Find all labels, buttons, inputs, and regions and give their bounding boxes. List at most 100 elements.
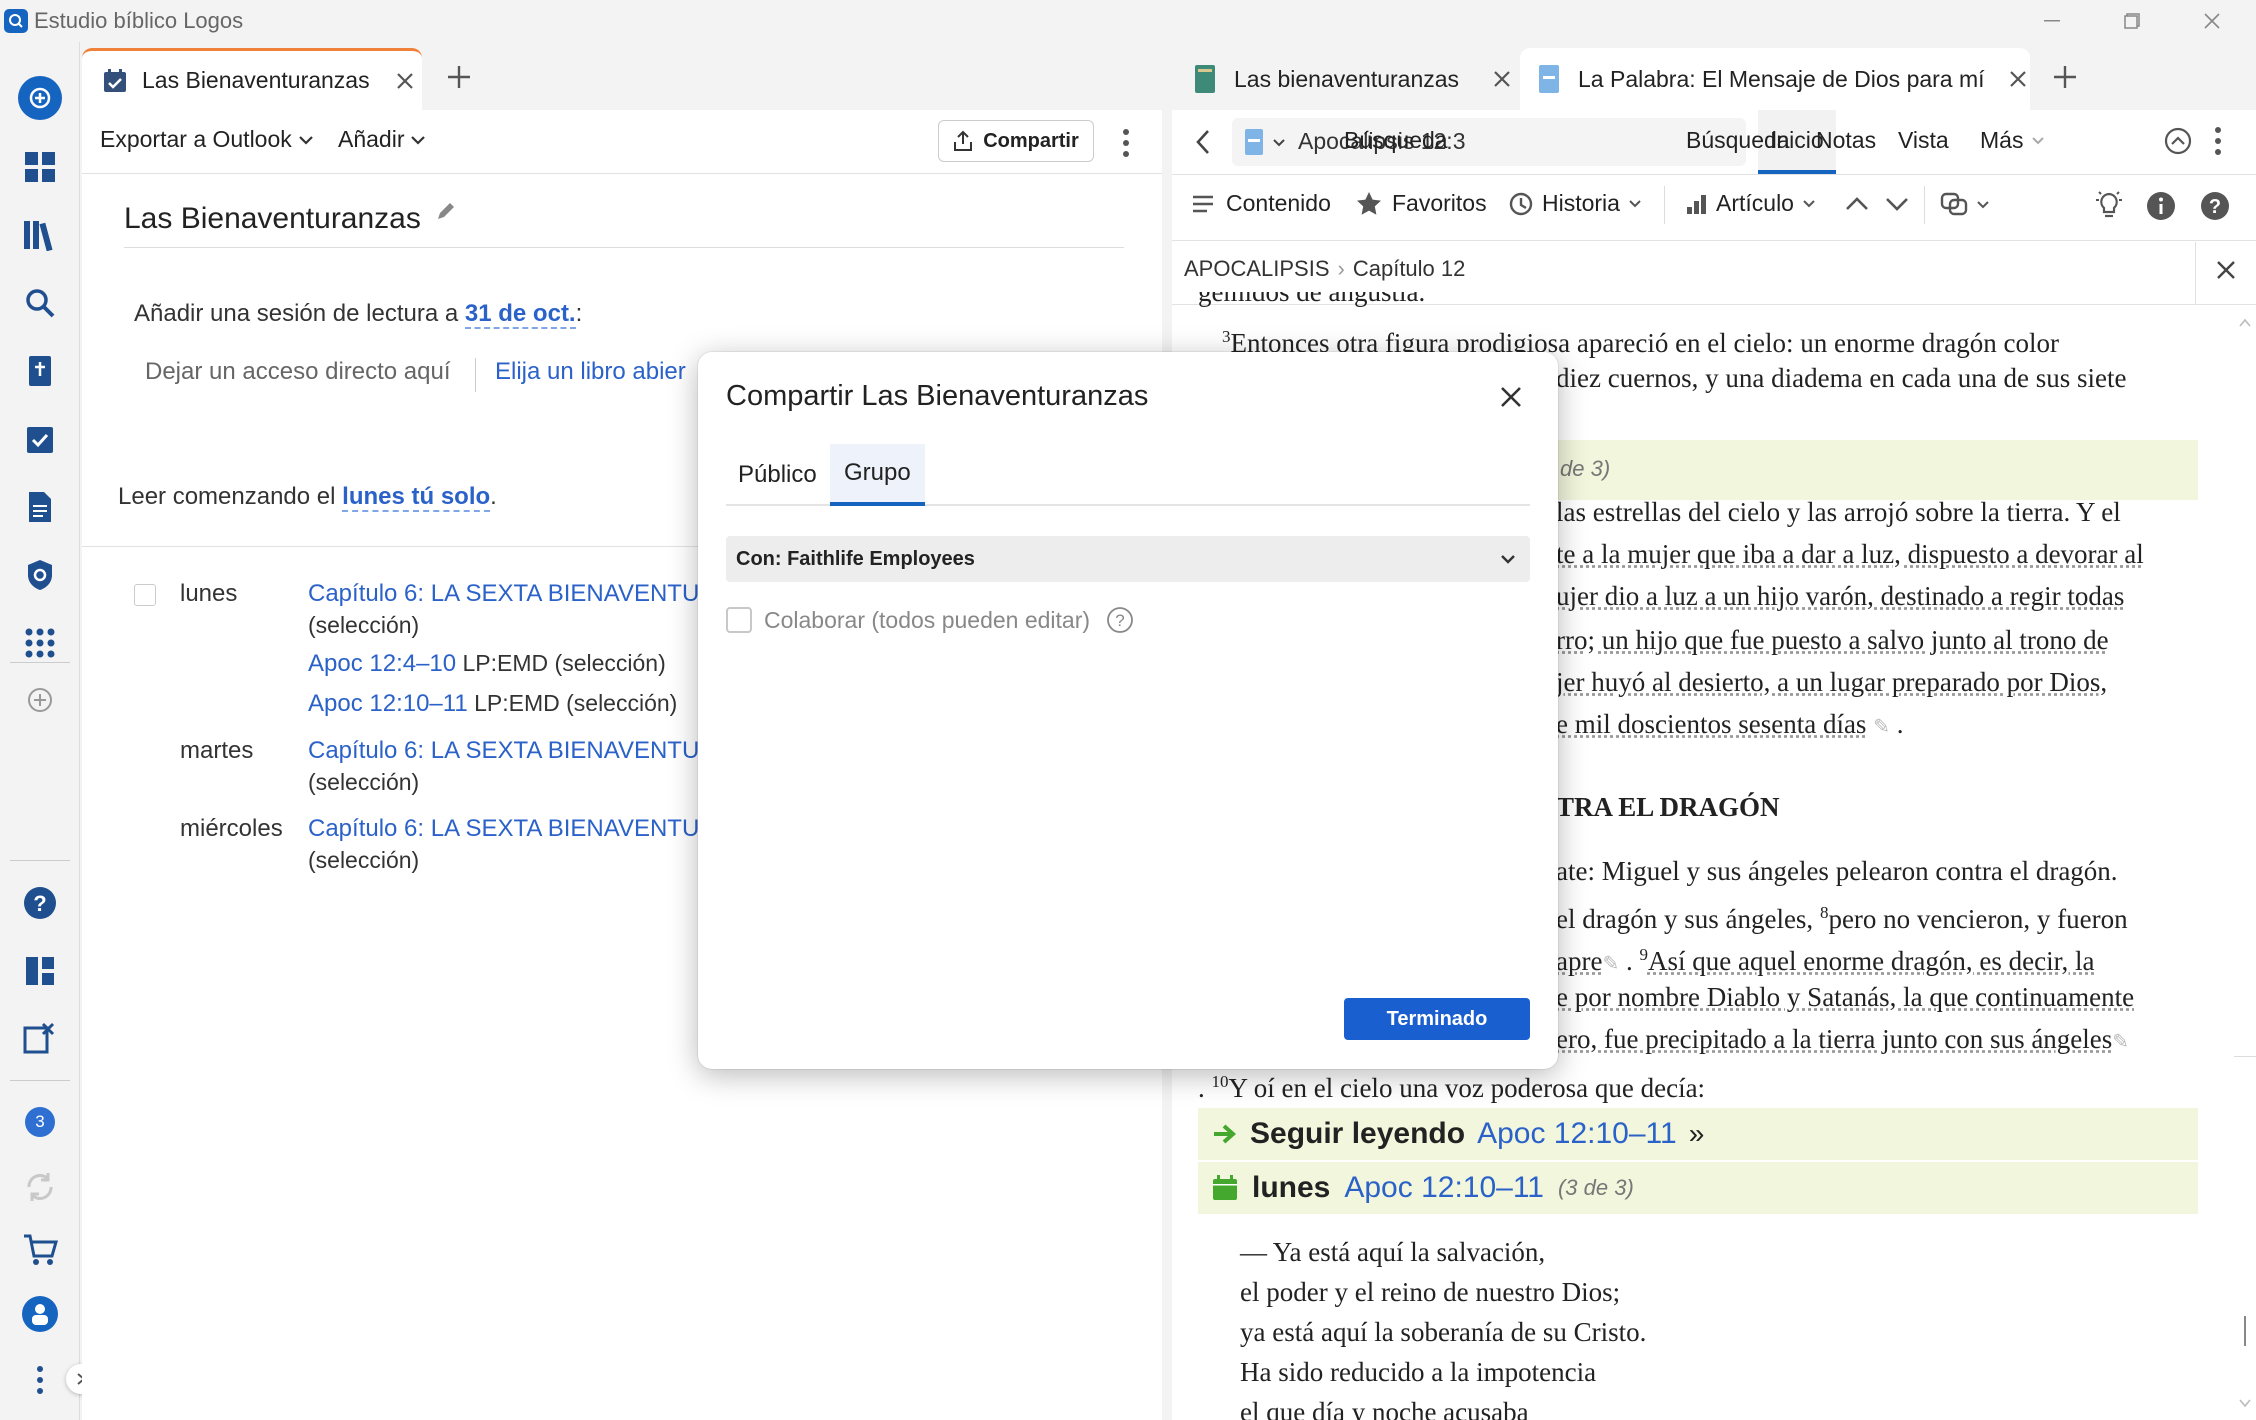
- edit-pencil-icon[interactable]: [435, 200, 457, 222]
- search-home-icon[interactable]: [18, 76, 62, 120]
- menu-busqueda[interactable]: Búsqueda: [1686, 127, 1790, 154]
- help-icon[interactable]: ?: [18, 881, 62, 925]
- reading-link[interactable]: Apoc 12:4–10: [308, 650, 456, 677]
- reading-note: (selección): [308, 847, 420, 873]
- menu-notas[interactable]: Notas: [1816, 127, 1876, 154]
- tab-reading-plan[interactable]: Las Bienaventuranzas: [82, 48, 422, 110]
- info-icon[interactable]: [2146, 191, 2176, 221]
- account-icon[interactable]: [18, 1292, 62, 1336]
- continue-ref-link[interactable]: Apoc 12:10–11: [1477, 1117, 1677, 1151]
- lightbulb-icon[interactable]: [2094, 189, 2124, 221]
- chevron-down-icon: [2032, 137, 2045, 145]
- reading-link[interactable]: Capítulo 6: LA SEXTA BIENAVENTUR: [308, 580, 717, 608]
- more-options-icon[interactable]: [2214, 126, 2222, 156]
- restore-icon[interactable]: [2112, 6, 2152, 36]
- reference-box[interactable]: Apocalipsis 12:3: [1232, 118, 1746, 166]
- note-pencil-icon[interactable]: ✎: [2112, 1031, 2129, 1053]
- day-ref-link[interactable]: Apoc 12:10–11: [1344, 1171, 1544, 1205]
- menu-busqueda[interactable]: Búsqueda: [1344, 127, 1448, 154]
- dashboard-icon[interactable]: [18, 145, 62, 189]
- calendar-check-icon: [104, 68, 126, 92]
- close-breadcrumb-icon[interactable]: [2216, 260, 2236, 280]
- new-tab-icon[interactable]: [446, 64, 472, 90]
- tab-bienaventuranzas[interactable]: Las bienaventuranzas: [1186, 48, 1520, 110]
- done-button[interactable]: Terminado: [1344, 998, 1530, 1040]
- contents-button[interactable]: Contenido: [1192, 190, 1331, 217]
- rail-divider: [10, 1080, 70, 1081]
- chevron-down-icon[interactable]: [1884, 196, 1910, 212]
- menu-vista[interactable]: Vista: [1898, 127, 1949, 154]
- menu-mas[interactable]: Más: [1980, 127, 2045, 154]
- link-set-icon[interactable]: [1940, 192, 1990, 216]
- scrollbar[interactable]: [2234, 306, 2256, 1416]
- bible-book-icon: [1539, 65, 1559, 93]
- add-menu-button[interactable]: Añadir: [338, 126, 426, 153]
- continue-reading-bar: Seguir leyendo Apoc 12:10–11 »: [1198, 1108, 2198, 1160]
- collab-row: Colaborar (todos pueden editar) ?: [726, 606, 1134, 634]
- close-window-icon[interactable]: [2192, 6, 2232, 36]
- export-outlook-button[interactable]: Exportar a Outlook: [100, 126, 314, 153]
- start-day-link[interactable]: lunes tú solo: [342, 483, 491, 512]
- open-book-link[interactable]: Elija un libro abier: [495, 358, 686, 386]
- verse-line: e por nombre Diablo y Satanás, la que co…: [1556, 982, 2135, 1012]
- chevron-up-icon[interactable]: [1844, 196, 1870, 212]
- favorites-button[interactable]: Favoritos: [1356, 190, 1487, 217]
- tab-title: Las Bienaventuranzas: [142, 67, 370, 93]
- continue-label: Seguir leyendo: [1250, 1117, 1466, 1150]
- new-tab-icon[interactable]: [2052, 64, 2078, 90]
- breadcrumb-book[interactable]: APOCALIPSIS: [1184, 256, 1330, 282]
- shield-icon[interactable]: [18, 553, 62, 597]
- sync-icon[interactable]: [18, 1165, 62, 1209]
- close-panels-icon[interactable]: [18, 1015, 62, 1059]
- collab-checkbox[interactable]: [726, 607, 752, 633]
- day-label: lunes: [180, 580, 238, 607]
- shortcut-drop[interactable]: Dejar un acceso directo aquí: [145, 358, 451, 386]
- more-vertical-icon[interactable]: [18, 1358, 62, 1402]
- tab-grupo[interactable]: Grupo: [830, 444, 925, 506]
- more-options-icon[interactable]: [1122, 128, 1130, 158]
- help-icon[interactable]: ?: [2200, 191, 2230, 221]
- document-icon[interactable]: [18, 485, 62, 529]
- close-tab-icon[interactable]: [2009, 70, 2027, 88]
- share-dialog: Compartir Las Bienaventuranzas Público G…: [698, 352, 1558, 1069]
- chevron-down-icon[interactable]: [1272, 138, 1286, 147]
- close-tab-icon[interactable]: [396, 72, 414, 90]
- add-shortcut-icon[interactable]: [18, 678, 62, 722]
- day-checkbox[interactable]: [134, 584, 156, 606]
- reading-link[interactable]: Capítulo 6: LA SEXTA BIENAVENTUR: [308, 815, 717, 843]
- close-tab-icon[interactable]: [1493, 70, 1511, 88]
- bible-icon[interactable]: [18, 349, 62, 393]
- share-button[interactable]: Compartir: [938, 120, 1094, 162]
- tab-publico[interactable]: Público: [726, 444, 829, 506]
- breadcrumb-chapter[interactable]: Capítulo 12: [1353, 256, 1466, 282]
- continue-more[interactable]: »: [1689, 1118, 1705, 1150]
- group-select[interactable]: Con: Faithlife Employees: [726, 536, 1530, 582]
- collab-label: Colaborar (todos pueden editar): [764, 606, 1091, 633]
- tab-la-palabra[interactable]: La Palabra: El Mensaje de Dios para mí: [1520, 48, 2030, 110]
- share-icon: [954, 130, 973, 151]
- history-button[interactable]: Historia: [1508, 190, 1642, 217]
- poem-text: el que día y noche acusaba: [1240, 1397, 1529, 1420]
- close-dialog-icon[interactable]: [1500, 386, 1522, 408]
- back-icon[interactable]: [1194, 128, 1212, 156]
- toolbar-separator: [1924, 186, 1925, 224]
- verse-line: el dragón y sus ángeles, 8pero no vencie…: [1556, 892, 2128, 940]
- reading-plan-icon[interactable]: [18, 417, 62, 461]
- notifications-badge[interactable]: 3: [18, 1100, 62, 1144]
- article-button[interactable]: Artículo: [1686, 190, 1816, 217]
- help-circle-icon[interactable]: ?: [1106, 606, 1134, 634]
- collapse-up-icon[interactable]: [2164, 127, 2192, 155]
- note-pencil-icon[interactable]: ✎: [1873, 716, 1890, 738]
- session-date-link[interactable]: 31 de oct.: [464, 300, 576, 329]
- verse-text: el dragón y sus ángeles,: [1556, 904, 1814, 934]
- minimize-icon[interactable]: [2032, 6, 2072, 36]
- cart-icon[interactable]: [18, 1228, 62, 1272]
- reading-link[interactable]: Capítulo 6: LA SEXTA BIENAVENTUR: [308, 737, 717, 765]
- search-icon[interactable]: [18, 281, 62, 325]
- layouts-icon[interactable]: [18, 949, 62, 993]
- reading-link[interactable]: Apoc 12:10–11: [308, 690, 468, 717]
- note-pencil-icon[interactable]: ✎: [1602, 953, 1619, 975]
- library-icon[interactable]: [18, 213, 62, 257]
- reading-item: Apoc 12:10–11 LP:EMD (selección): [308, 690, 677, 718]
- apps-grid-icon[interactable]: [18, 621, 62, 665]
